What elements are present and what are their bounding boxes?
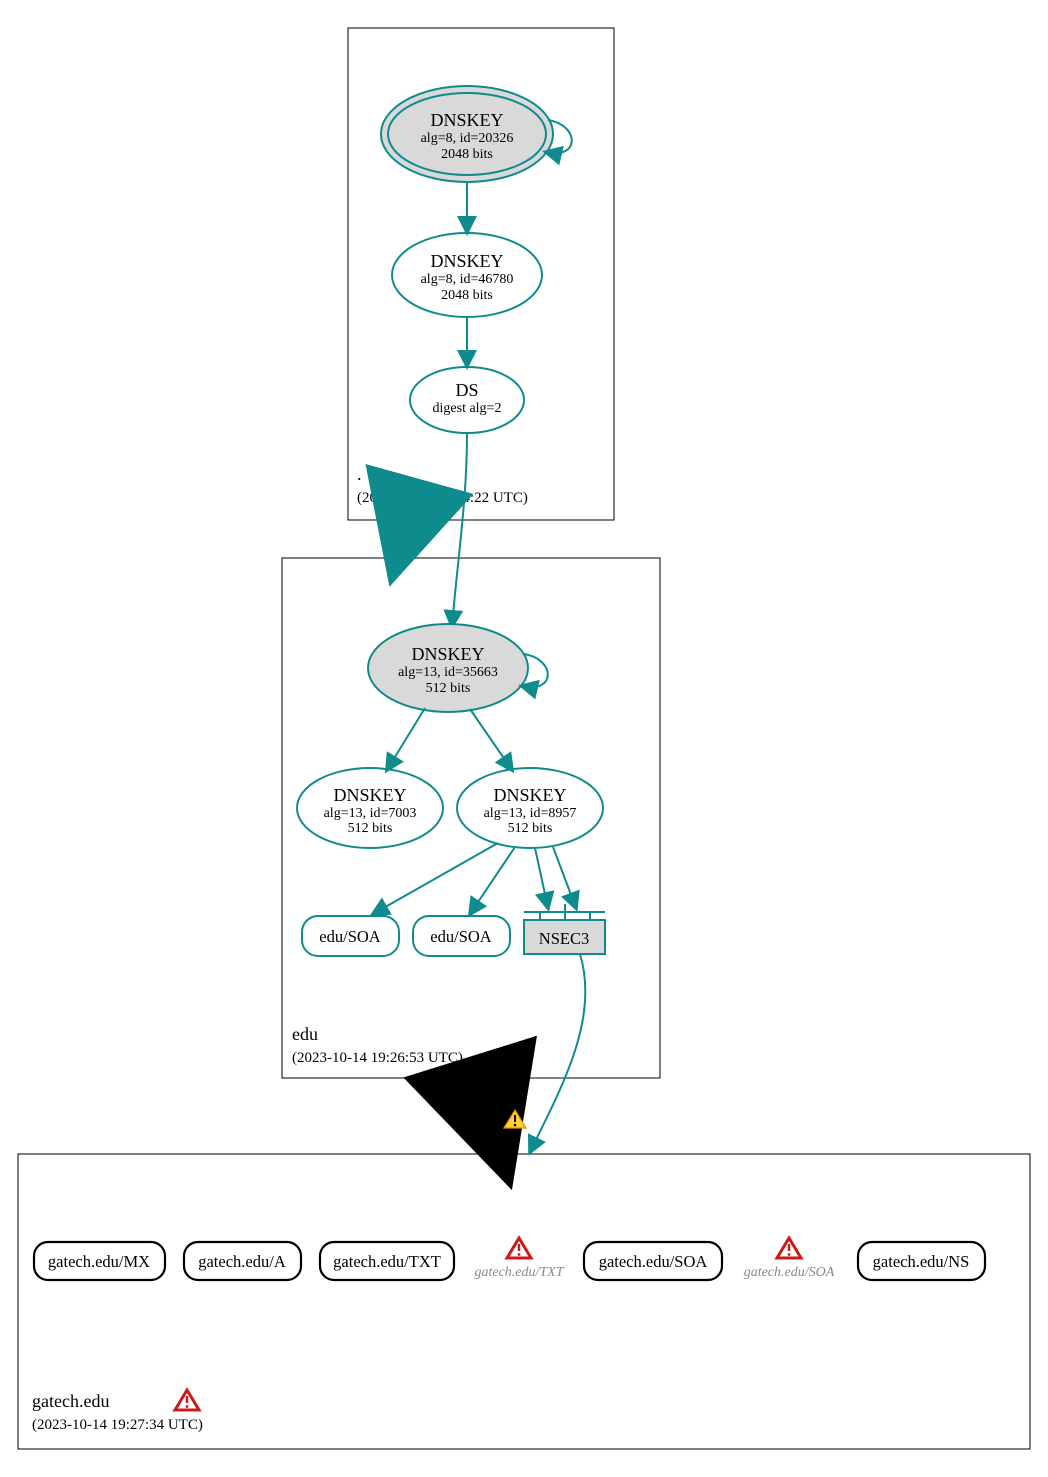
zone-edu-label: edu xyxy=(292,1024,318,1044)
svg-text:DNSKEY: DNSKEY xyxy=(411,644,484,664)
node-edu-zsk2: DNSKEY alg=13, id=8957 512 bits xyxy=(457,768,603,848)
rr-mx: gatech.edu/MX xyxy=(34,1242,165,1280)
edge-zsk2-nsec3a xyxy=(535,848,548,908)
svg-text:DS: DS xyxy=(455,380,478,400)
node-edu-soa1: edu/SOA xyxy=(302,916,399,956)
edge-nsec3-gatech xyxy=(530,954,585,1152)
zone-root-label: . xyxy=(357,464,362,484)
warning-icon xyxy=(504,1110,526,1128)
error-icon xyxy=(777,1238,801,1258)
svg-text:DNSKEY: DNSKEY xyxy=(430,251,503,271)
svg-text:alg=13, id=8957: alg=13, id=8957 xyxy=(484,806,577,821)
svg-text:alg=8, id=46780: alg=8, id=46780 xyxy=(421,272,514,287)
svg-text:alg=13, id=7003: alg=13, id=7003 xyxy=(324,806,417,821)
rr-soa-error: gatech.edu/SOA xyxy=(744,1238,835,1280)
svg-text:512 bits: 512 bits xyxy=(508,821,553,836)
zone-root-ts: (2023-10-14 15:44:22 UTC) xyxy=(357,490,528,506)
svg-text:digest alg=2: digest alg=2 xyxy=(433,401,502,416)
svg-text:512 bits: 512 bits xyxy=(348,821,393,836)
svg-text:gatech.edu/MX: gatech.edu/MX xyxy=(48,1252,150,1271)
svg-text:NSEC3: NSEC3 xyxy=(539,929,589,948)
svg-text:gatech.edu/A: gatech.edu/A xyxy=(198,1252,286,1271)
node-root-zsk: DNSKEY alg=8, id=46780 2048 bits xyxy=(392,233,542,317)
svg-text:edu/SOA: edu/SOA xyxy=(430,927,492,946)
svg-text:DNSKEY: DNSKEY xyxy=(493,785,566,805)
svg-text:DNSKEY: DNSKEY xyxy=(333,785,406,805)
svg-text:gatech.edu/SOA: gatech.edu/SOA xyxy=(599,1252,708,1271)
node-edu-soa2: edu/SOA xyxy=(413,916,510,956)
edge-zsk2-nsec3b xyxy=(553,847,576,908)
rr-txt: gatech.edu/TXT xyxy=(320,1242,454,1280)
node-root-ds: DS digest alg=2 xyxy=(410,367,524,433)
node-edu-zsk1: DNSKEY alg=13, id=7003 512 bits xyxy=(297,768,443,848)
edge-eduksk-zsk2 xyxy=(470,709,512,770)
svg-text:gatech.edu/TXT: gatech.edu/TXT xyxy=(333,1252,441,1271)
rr-a: gatech.edu/A xyxy=(184,1242,301,1280)
svg-text:gatech.edu/TXT: gatech.edu/TXT xyxy=(474,1265,564,1280)
error-icon xyxy=(507,1238,531,1258)
svg-text:alg=13, id=35663: alg=13, id=35663 xyxy=(398,665,498,680)
edge-zsk2-soa2 xyxy=(470,847,515,914)
svg-text:DNSKEY: DNSKEY xyxy=(430,110,503,130)
node-root-ksk: DNSKEY alg=8, id=20326 2048 bits xyxy=(381,86,553,182)
svg-text:2048 bits: 2048 bits xyxy=(441,288,493,303)
node-edu-ksk: DNSKEY alg=13, id=35663 512 bits xyxy=(368,624,528,712)
zone-edu-ts: (2023-10-14 19:26:53 UTC) xyxy=(292,1050,463,1066)
rr-ns: gatech.edu/NS xyxy=(858,1242,985,1280)
edge-zsk2-soa1 xyxy=(373,843,498,914)
edge-eduksk-zsk1 xyxy=(387,708,425,770)
zone-gatech-label: gatech.edu xyxy=(32,1391,109,1411)
svg-text:512 bits: 512 bits xyxy=(426,681,471,696)
error-icon xyxy=(175,1390,199,1410)
edge-edu-gatech-delegation xyxy=(474,1078,500,1152)
edge-root-edu-delegation xyxy=(398,520,408,556)
svg-text:2048 bits: 2048 bits xyxy=(441,147,493,162)
svg-text:gatech.edu/NS: gatech.edu/NS xyxy=(873,1252,970,1271)
zone-gatech-ts: (2023-10-14 19:27:34 UTC) xyxy=(32,1417,203,1433)
svg-text:gatech.edu/SOA: gatech.edu/SOA xyxy=(744,1265,835,1280)
svg-text:edu/SOA: edu/SOA xyxy=(319,927,381,946)
node-nsec3: NSEC3 xyxy=(524,904,605,954)
svg-text:alg=8, id=20326: alg=8, id=20326 xyxy=(421,131,514,146)
zone-gatech: gatech.edu (2023-10-14 19:27:34 UTC) xyxy=(18,1154,1030,1449)
rr-txt-error: gatech.edu/TXT xyxy=(474,1238,564,1280)
rr-soa: gatech.edu/SOA xyxy=(584,1242,722,1280)
edge-ds-eduksk xyxy=(452,433,467,626)
